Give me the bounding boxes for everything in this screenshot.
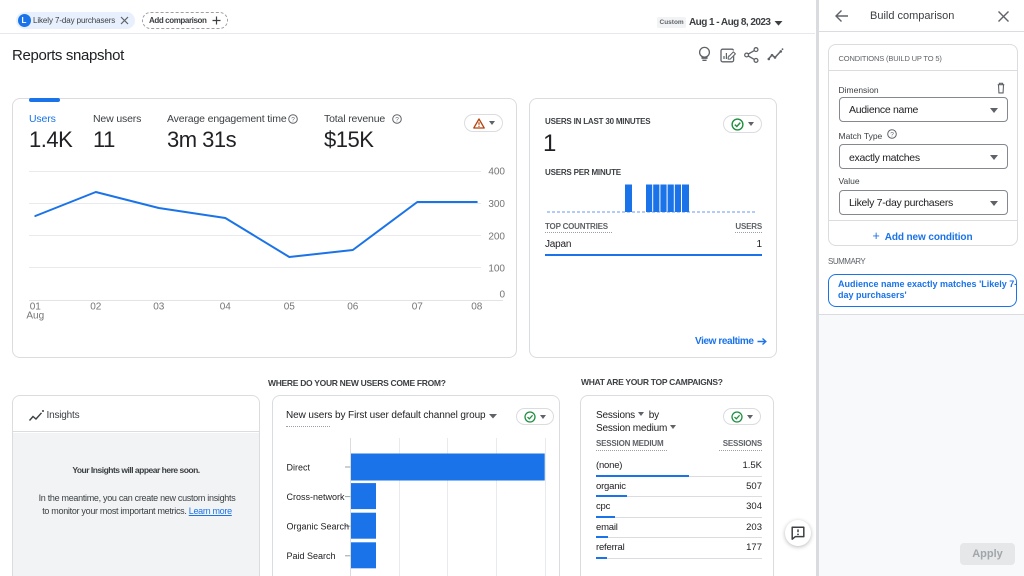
svg-text:08: 08 [471, 302, 483, 313]
svg-text:?: ? [890, 131, 894, 138]
svg-text:05: 05 [284, 302, 296, 313]
svg-text:07: 07 [412, 302, 424, 313]
svg-text:?: ? [291, 116, 295, 123]
svg-text:0: 0 [499, 290, 505, 301]
svg-text:06: 06 [347, 302, 359, 313]
svg-text:03: 03 [153, 302, 165, 313]
svg-text:200: 200 [488, 232, 505, 243]
svg-text:Direct: Direct [287, 463, 311, 473]
svg-text:04: 04 [220, 302, 232, 313]
svg-text:Paid Search: Paid Search [287, 551, 336, 561]
svg-text:02: 02 [90, 302, 102, 313]
svg-text:Cross-network: Cross-network [287, 492, 346, 502]
svg-text:400: 400 [488, 167, 505, 178]
svg-text:100: 100 [488, 264, 505, 275]
svg-text:Organic Search: Organic Search [287, 522, 350, 532]
svg-text:?: ? [395, 116, 399, 123]
svg-text:Aug: Aug [26, 311, 44, 322]
svg-text:300: 300 [488, 199, 505, 210]
